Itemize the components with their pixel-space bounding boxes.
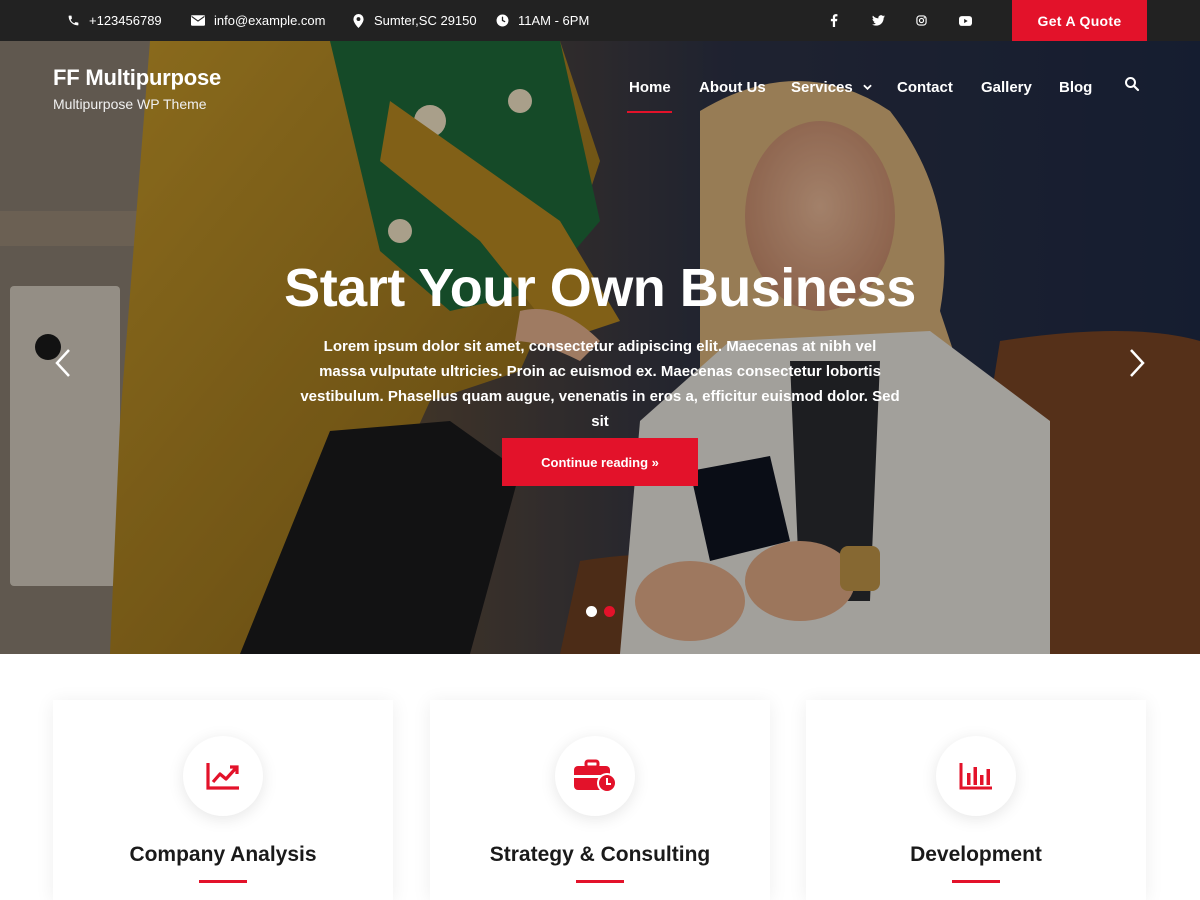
service-title: Company Analysis xyxy=(129,843,317,866)
hero-description: Lorem ipsum dolor sit amet, consectetur … xyxy=(300,338,900,430)
email-info[interactable]: info@example.com xyxy=(191,0,325,41)
nav-item-services-label: Services xyxy=(791,79,853,96)
chevron-down-icon xyxy=(863,84,872,91)
address-info: Sumter,SC 29150 xyxy=(351,0,477,41)
twitter-icon[interactable] xyxy=(867,0,889,41)
briefcase-clock-icon xyxy=(574,759,617,793)
continue-reading-button[interactable]: Continue reading » xyxy=(502,438,698,486)
service-icon-circle xyxy=(183,736,263,816)
hero-title: Start Your Own Business xyxy=(284,258,916,318)
top-bar: +123456789 info@example.com Sumter,SC 29… xyxy=(0,0,1200,41)
hours-info: 11AM - 6PM xyxy=(495,0,589,41)
service-title: Strategy & Consulting xyxy=(489,843,711,866)
email-text: info@example.com xyxy=(214,13,326,28)
youtube-icon[interactable] xyxy=(954,0,976,41)
next-slide-icon[interactable] xyxy=(1126,347,1148,379)
envelope-icon xyxy=(191,14,205,28)
hero-slider: FF Multipurpose Multipurpose WP Theme Ho… xyxy=(0,41,1200,654)
nav-item-services[interactable]: Services xyxy=(791,79,872,96)
hours-text: 11AM - 6PM xyxy=(518,13,590,28)
address-text: Sumter,SC 29150 xyxy=(374,13,477,28)
phone-text: +123456789 xyxy=(89,13,162,28)
facebook-icon[interactable] xyxy=(823,0,845,41)
slide-dot-1[interactable] xyxy=(586,606,597,617)
active-nav-indicator xyxy=(627,111,672,113)
service-title-underline xyxy=(576,880,624,883)
search-icon[interactable] xyxy=(1124,76,1140,92)
service-card-development[interactable]: Development xyxy=(806,700,1146,900)
service-title: Development xyxy=(910,843,1042,866)
slide-dot-2[interactable] xyxy=(604,606,615,617)
phone-info[interactable]: +123456789 xyxy=(66,0,162,41)
service-title-underline xyxy=(199,880,247,883)
nav-item-blog[interactable]: Blog xyxy=(1059,79,1092,96)
service-icon-circle xyxy=(555,736,635,816)
clock-icon xyxy=(495,14,509,28)
bar-chart-icon xyxy=(959,763,992,790)
instagram-icon[interactable] xyxy=(910,0,932,41)
service-card-strategy-consulting[interactable]: Strategy & Consulting xyxy=(430,700,770,900)
service-icon-circle xyxy=(936,736,1016,816)
service-card-company-analysis[interactable]: Company Analysis xyxy=(53,700,393,900)
service-title-underline xyxy=(952,880,1000,883)
get-a-quote-button[interactable]: Get A Quote xyxy=(1012,0,1147,41)
chart-line-icon xyxy=(206,763,239,790)
nav-item-gallery[interactable]: Gallery xyxy=(981,79,1032,96)
main-navigation: Home About Us Services Contact Gallery B… xyxy=(0,76,1200,113)
previous-slide-icon[interactable] xyxy=(52,347,74,379)
nav-item-contact[interactable]: Contact xyxy=(897,79,953,96)
nav-item-home[interactable]: Home xyxy=(629,79,671,96)
phone-icon xyxy=(66,14,80,28)
nav-item-about-us[interactable]: About Us xyxy=(699,79,766,96)
map-marker-icon xyxy=(351,13,365,28)
